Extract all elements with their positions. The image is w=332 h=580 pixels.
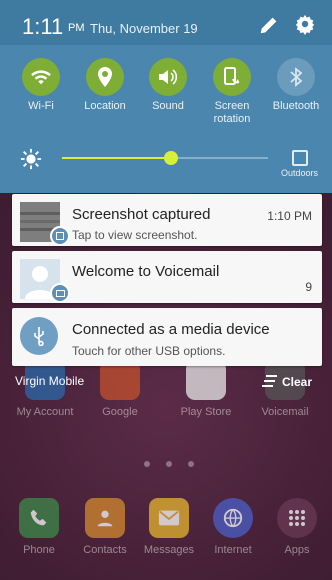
- clear-all-icon: [262, 374, 278, 390]
- toggle-label: Bluetooth: [272, 100, 320, 112]
- page-indicator-dot: [144, 461, 150, 467]
- wifi-icon: [22, 58, 60, 96]
- app-label: Voicemail: [261, 406, 309, 418]
- brightness-slider-thumb[interactable]: [164, 151, 178, 165]
- clear-notifications-button[interactable]: Clear: [262, 372, 328, 392]
- dock-contacts[interactable]: Contacts: [76, 498, 134, 556]
- dock-phone[interactable]: Phone: [10, 498, 68, 556]
- phone-icon: [19, 498, 59, 538]
- clear-label: Clear: [282, 375, 313, 389]
- internet-globe-icon: [213, 498, 253, 538]
- page-indicator-dot: [188, 461, 194, 467]
- toggle-label: Screen rotation: [202, 100, 262, 126]
- app-label: Contacts: [83, 544, 127, 556]
- toggle-label: Location: [84, 100, 126, 112]
- contacts-icon: [85, 498, 125, 538]
- brightness-icon: [20, 148, 42, 170]
- notification-title: Connected as a media device: [72, 321, 270, 338]
- google-folder-icon: [100, 360, 140, 400]
- dock-apps[interactable]: Apps: [268, 498, 326, 556]
- usb-icon: [20, 317, 60, 357]
- app-label: Google: [102, 406, 138, 418]
- outdoors-checkbox[interactable]: [292, 150, 308, 166]
- toggle-label: Wi-Fi: [28, 100, 54, 112]
- clock-ampm: PM: [68, 22, 85, 34]
- speaker-icon: [149, 58, 187, 96]
- notification-subtitle: Touch for other USB options.: [72, 344, 226, 358]
- page-indicator-dot: [166, 461, 172, 467]
- notification-voicemail[interactable]: Welcome to Voicemail 9: [12, 251, 322, 303]
- voicemail-badge-icon: [50, 283, 70, 303]
- app-my-account[interactable]: My Account: [16, 360, 74, 418]
- app-label: Apps: [284, 544, 310, 556]
- app-label: Phone: [23, 544, 55, 556]
- quick-settings-panel: 1:11 PM Thu, November 19 Wi-Fi Location …: [0, 0, 332, 193]
- location-pin-icon: [86, 58, 124, 96]
- apps-grid-icon: [277, 498, 317, 538]
- date-text: Thu, November 19: [90, 21, 198, 36]
- toggle-location[interactable]: Location: [75, 58, 135, 113]
- toggle-wifi[interactable]: Wi-Fi: [11, 58, 71, 113]
- brightness-slider-fill: [62, 157, 171, 159]
- toggle-label-line: Screen: [214, 100, 250, 112]
- play-store-icon: [186, 360, 226, 400]
- toggle-sound[interactable]: Sound: [138, 58, 198, 113]
- dock-messages[interactable]: Messages: [140, 498, 198, 556]
- app-label: Internet: [214, 544, 252, 556]
- toggle-screen-rotation[interactable]: Screen rotation: [202, 58, 262, 126]
- dock-internet[interactable]: Internet: [204, 498, 262, 556]
- bluetooth-icon: [277, 58, 315, 96]
- app-google[interactable]: Google: [91, 360, 149, 418]
- notification-title: Welcome to Voicemail: [72, 263, 220, 280]
- toggle-label-line: rotation: [213, 113, 251, 125]
- notification-screenshot[interactable]: Screenshot captured Tap to view screensh…: [12, 194, 322, 246]
- notification-subtitle: Tap to view screenshot.: [72, 228, 198, 242]
- clock-time: 1:11: [22, 14, 64, 39]
- notification-title: Screenshot captured: [72, 206, 211, 223]
- screen-rotation-icon: [213, 58, 251, 96]
- app-label: My Account: [16, 406, 74, 418]
- outdoors-label: Outdoors: [281, 168, 319, 178]
- toggle-bluetooth[interactable]: Bluetooth: [266, 58, 326, 113]
- messages-icon: [149, 498, 189, 538]
- edit-pencil-icon[interactable]: [258, 14, 280, 36]
- notification-count: 9: [305, 280, 312, 294]
- app-play-store[interactable]: Play Store: [177, 360, 235, 418]
- app-label: Play Store: [180, 406, 232, 418]
- notification-usb[interactable]: Connected as a media device Touch for ot…: [12, 308, 322, 366]
- notification-time: 1:10 PM: [267, 209, 312, 223]
- carrier-label: Virgin Mobile: [15, 374, 85, 388]
- toggle-label: Sound: [152, 100, 184, 112]
- app-label: Messages: [143, 544, 195, 556]
- gallery-badge-icon: [50, 226, 70, 246]
- settings-gear-icon[interactable]: [294, 13, 316, 36]
